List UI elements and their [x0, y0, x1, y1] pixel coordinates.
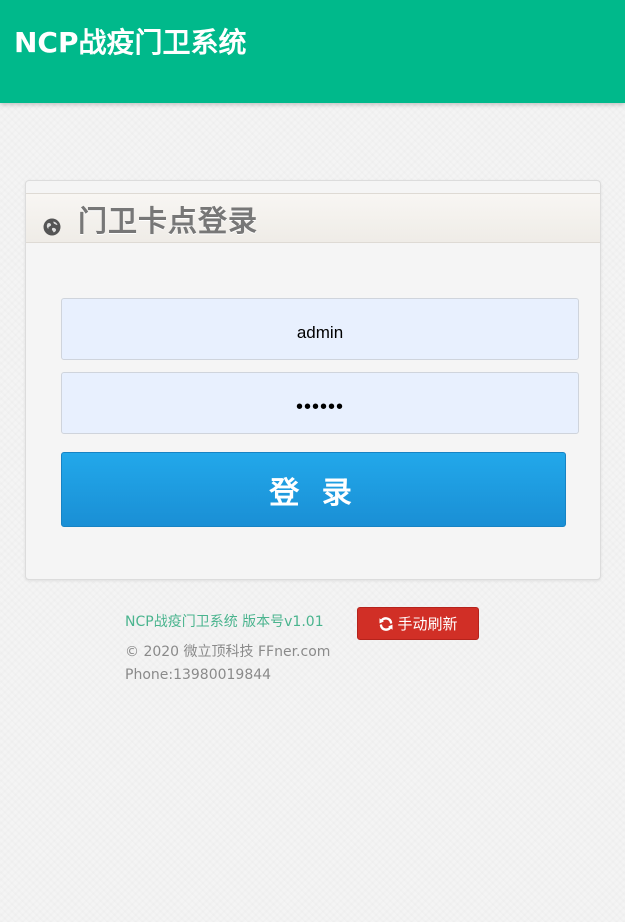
- phone-text: Phone:13980019844: [125, 667, 272, 683]
- globe-icon: [43, 218, 61, 236]
- copyright-text: © 2020 微立顶科技 FFner.com: [125, 644, 331, 660]
- version-text: NCP战疫门卫系统 版本号v1.01: [125, 614, 324, 630]
- top-navbar: NCP战疫门卫系统: [0, 0, 625, 103]
- login-card-title: 门卫卡点登录: [78, 204, 259, 238]
- app-title: NCP战疫门卫系统: [14, 26, 247, 59]
- login-button[interactable]: 登 录: [61, 452, 566, 527]
- username-input[interactable]: [61, 298, 579, 360]
- login-card: 门卫卡点登录 登 录: [25, 180, 601, 580]
- login-card-header: 门卫卡点登录: [26, 193, 600, 243]
- manual-refresh-button[interactable]: 手动刷新: [357, 607, 479, 640]
- password-input[interactable]: [61, 372, 579, 434]
- refresh-icon: [379, 616, 393, 631]
- manual-refresh-label: 手动刷新: [397, 615, 458, 633]
